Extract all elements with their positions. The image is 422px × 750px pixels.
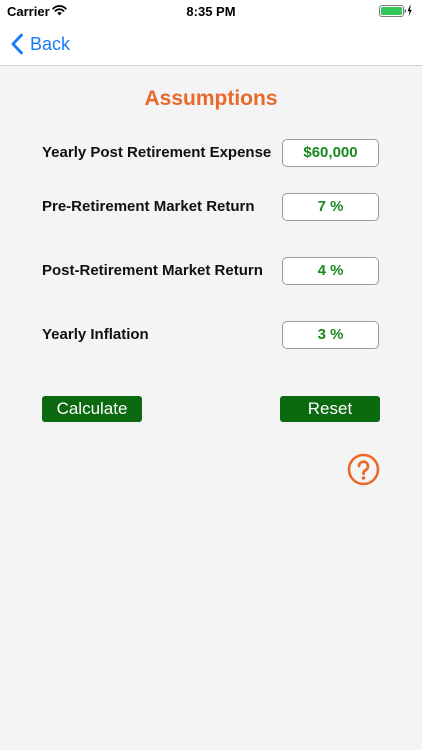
- reset-button[interactable]: Reset: [280, 396, 380, 422]
- back-label: Back: [30, 33, 71, 54]
- pre-retirement-return-label: Pre-Retirement Market Return: [42, 198, 255, 215]
- post-retirement-expense-field[interactable]: $60,000: [282, 139, 379, 167]
- navigation-bar: Back: [0, 22, 422, 66]
- post-retirement-expense-label: Yearly Post Retirement Expense: [42, 144, 272, 161]
- yearly-inflation-field[interactable]: 3 %: [282, 321, 379, 349]
- post-retirement-return-field[interactable]: 4 %: [282, 257, 379, 285]
- yearly-inflation-label: Yearly Inflation: [42, 326, 149, 343]
- chevron-left-icon: [11, 33, 23, 55]
- post-retirement-return-label: Post-Retirement Market Return: [42, 262, 263, 279]
- question-circle-icon[interactable]: [347, 453, 380, 486]
- status-time: 8:35 PM: [186, 4, 236, 19]
- page-title: Assumptions: [144, 87, 278, 110]
- battery-icon: [379, 5, 412, 17]
- status-bar: Carrier 8:35 PM: [0, 0, 422, 22]
- pre-retirement-return-field[interactable]: 7 %: [282, 193, 379, 221]
- back-button[interactable]: Back: [10, 32, 70, 56]
- calculate-button[interactable]: Calculate: [42, 396, 142, 422]
